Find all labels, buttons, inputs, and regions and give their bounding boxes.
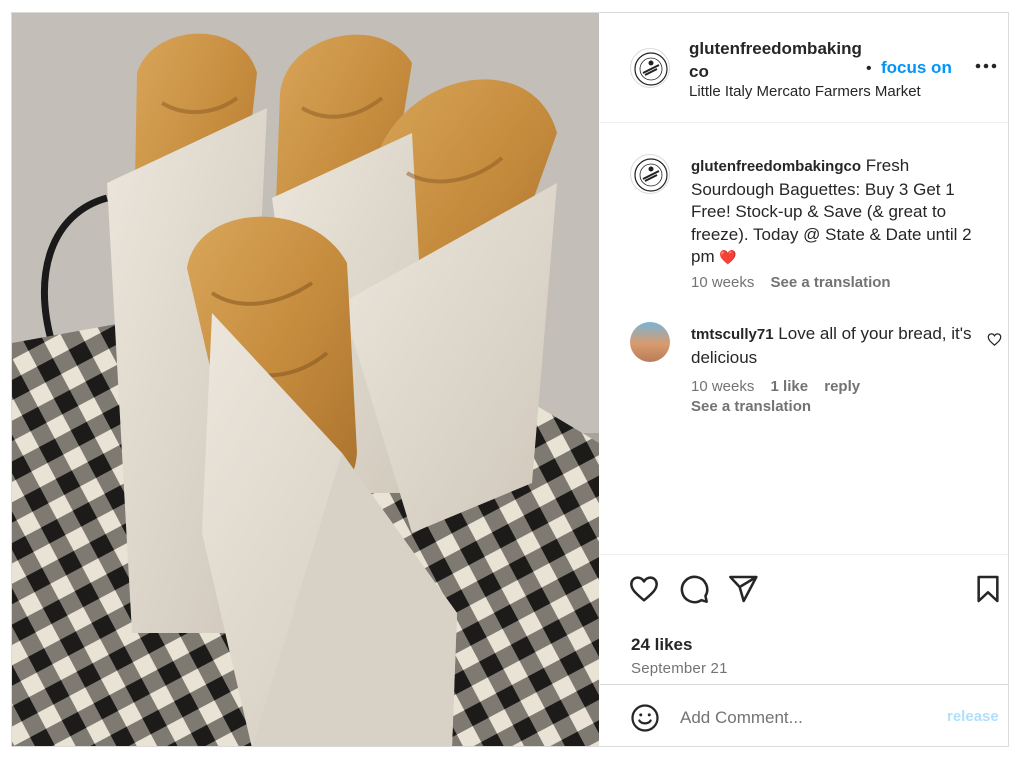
post-side-panel: glutenfreedombakingco • focus on Little … xyxy=(600,13,1008,746)
separator-dot: • xyxy=(866,60,872,77)
post-date[interactable]: September 21 xyxy=(631,660,728,677)
caption-meta: 10 weeks See a translation xyxy=(691,274,891,291)
bookmark-icon[interactable] xyxy=(972,573,1004,605)
caption-age[interactable]: 10 weeks xyxy=(691,274,754,291)
commenter-avatar[interactable] xyxy=(630,322,670,362)
comment-translate-link[interactable]: See a translation xyxy=(691,398,811,415)
comment-text: tmtscully71 Love all of your bread, it's… xyxy=(691,323,981,369)
profile-avatar[interactable] xyxy=(630,48,670,88)
post-image[interactable] xyxy=(12,13,599,746)
comment-translate-row: See a translation xyxy=(691,398,811,415)
baguettes-illustration xyxy=(12,13,599,746)
comment-bubble-icon[interactable] xyxy=(678,573,710,605)
comments-list[interactable]: glutenfreedombakingco Fresh Sourdough Ba… xyxy=(600,124,1008,554)
comment-username[interactable]: tmtscully71 xyxy=(691,326,774,343)
like-heart-icon[interactable] xyxy=(628,573,660,605)
emoji-smiley-icon[interactable] xyxy=(630,703,660,733)
add-comment-input[interactable] xyxy=(680,704,930,732)
caption-text: glutenfreedombakingco Fresh Sourdough Ba… xyxy=(691,155,991,269)
post-dialog: glutenfreedombakingco • focus on Little … xyxy=(11,12,1009,747)
bakery-logo-icon xyxy=(634,52,668,86)
heart-emoji: ❤️ xyxy=(719,249,737,265)
comment-age[interactable]: 10 weeks xyxy=(691,378,754,395)
comment-likes[interactable]: 1 like xyxy=(771,378,809,395)
caption-username[interactable]: glutenfreedombakingco xyxy=(691,158,861,175)
header-username[interactable]: glutenfreedombakingco xyxy=(689,37,864,83)
caption-translate-link[interactable]: See a translation xyxy=(771,274,891,291)
add-comment-bar: release xyxy=(600,684,1008,746)
follow-button[interactable]: focus on xyxy=(881,58,952,78)
more-horizontal-icon[interactable] xyxy=(973,54,999,78)
bakery-logo-icon xyxy=(634,158,668,192)
comment-meta: 10 weeks 1 like reply xyxy=(691,378,860,395)
post-actions: 24 likes September 21 xyxy=(600,554,1008,684)
location-link[interactable]: Little Italy Mercato Farmers Market xyxy=(689,83,921,100)
reply-button[interactable]: reply xyxy=(824,378,860,395)
share-paper-plane-icon[interactable] xyxy=(727,573,759,605)
likes-count[interactable]: 24 likes xyxy=(631,635,692,655)
post-comment-button[interactable]: release xyxy=(947,708,999,725)
comment-like-icon[interactable] xyxy=(987,332,1002,347)
post-header: glutenfreedombakingco • focus on Little … xyxy=(600,13,1008,123)
caption-avatar[interactable] xyxy=(630,154,670,194)
